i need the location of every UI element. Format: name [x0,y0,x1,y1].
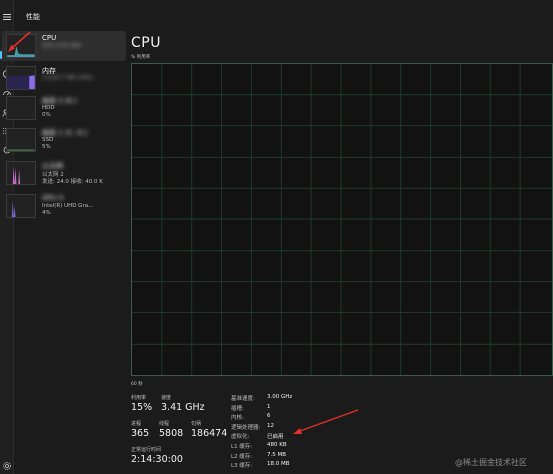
ethernet-thumbnail-graph [6,161,36,185]
resource-gpu[interactable]: GPU 0 Intel(R) UHD Gra... 4% [2,191,126,221]
graph-time-label: 60 秒 [131,382,143,387]
resource-memory[interactable]: 内存 2.1/15.7 GB (14%) [2,63,126,93]
graph-y-label: % 利用率 [131,55,151,60]
resource-cpu[interactable]: CPU 15% 3.41 GHz [2,31,126,61]
resource-name: CPU [42,34,57,42]
handles-value: 186474 [191,428,228,439]
arrow-to-virtualization [293,409,359,434]
spec-key: L2 缓存: [231,454,253,460]
spec-value: 3.00 GHz [267,394,293,400]
disk-0-thumbnail-graph [6,96,36,120]
speed-value: 3.41 GHz [161,402,205,413]
resource-type: HDD [42,105,55,111]
spec-key: 逻辑处理器: [231,425,261,431]
cpu-thumbnail-graph [6,34,36,58]
spec-value: 7.5 MB [267,452,287,458]
disk-1-thumbnail-graph [6,128,36,152]
resource-usage: 0% [42,112,51,118]
spec-value: 480 KB [267,442,287,448]
spec-value: 1 [267,404,271,410]
resource-detail: 15% 3.41 GHz [42,43,82,49]
spec-key: L1 缓存: [231,444,253,450]
spec-value: 12 [267,423,274,429]
resource-type: SSD [42,137,54,143]
resource-detail: 2.1/15.7 GB (14%) [42,75,93,81]
resource-usage: 5% [42,144,51,150]
threads-label: 线程 [159,421,170,427]
threads-value: 5808 [159,428,184,439]
resource-model: Intel(R) UHD Gra... [42,203,94,209]
utilization-value: 15% [131,402,153,413]
resource-disk-1[interactable]: 磁盘 1 (C: D:) SSD 5% [2,125,126,155]
utilization-label: 利用率 [131,395,147,401]
resource-ethernet[interactable]: 以太网 以太网 2 发送: 24.0 接收: 40.0 K [2,158,126,188]
processes-value: 365 [131,428,150,439]
settings-icon[interactable] [2,461,12,471]
watermark: @稀土掘金技术社区 [455,458,527,467]
uptime-label: 正常运行时间 [131,447,162,453]
resource-name: GPU 0 [42,194,64,202]
spec-key: 虚拟化: [231,434,250,440]
spec-key: 内核: [231,415,244,421]
resource-disk-0[interactable]: 磁盘 0 (E:) HDD 0% [2,93,126,123]
spec-value: 18.0 MB [267,461,290,467]
menu-icon[interactable] [2,12,12,22]
page-title: CPU [131,35,161,51]
app-title: 性能 [26,13,40,21]
gpu-thumbnail-graph [6,194,36,218]
resource-throughput: 发送: 24.0 接收: 40.0 K [42,179,103,185]
memory-thumbnail-graph [6,66,36,90]
resource-usage: 4% [42,210,51,216]
spec-key: L3 缓存: [231,463,253,469]
handles-label: 句柄 [191,421,202,427]
processes-label: 进程 [131,421,142,427]
speed-label: 速度 [161,395,172,401]
spec-value-virtualization: 已启用 [267,434,284,440]
spec-key: 基准速度: [231,396,255,402]
uptime-value: 2:14:30:00 [131,454,183,465]
spec-value: 6 [267,413,271,419]
cpu-utilization-graph [131,63,553,376]
spec-key: 插槽: [231,406,244,412]
